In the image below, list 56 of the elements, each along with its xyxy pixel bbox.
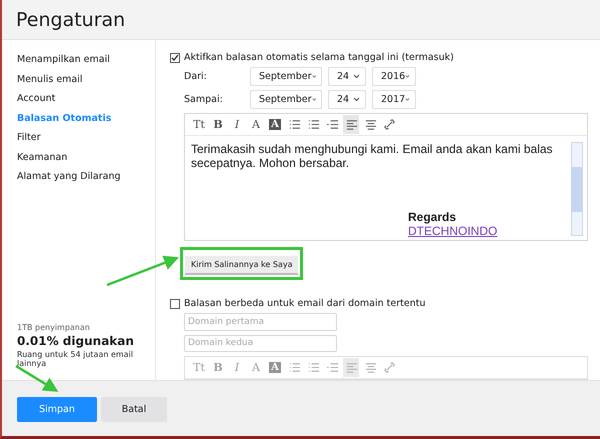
year-select[interactable]: 2016 (372, 67, 416, 86)
message-text: Terimakasih sudah menghubungi kami. Email anda akan kami balas secepatnya. Mohon bersabar. (191, 142, 554, 170)
storage-usage: 0.01% digunakan (17, 334, 135, 348)
caret-icon (353, 97, 360, 102)
year-select[interactable]: 2017 (372, 90, 416, 110)
link-icon (382, 118, 396, 132)
sidebar-item[interactable]: Account (17, 89, 155, 108)
caret-icon (312, 97, 316, 102)
caret-icon (353, 74, 360, 80)
storage-caption: 1TB penyimpanan (17, 323, 91, 332)
numbers-icon (306, 118, 320, 132)
month-select[interactable]: September (250, 67, 322, 86)
sidebar-item[interactable]: Alamat yang Dilarang (17, 167, 155, 186)
sidebar-item[interactable]: Filter (17, 128, 155, 148)
sidebar-item[interactable]: Keamanan (17, 148, 155, 167)
checkbox[interactable] (170, 298, 180, 309)
numbers-icon (306, 361, 320, 374)
window-title: Pengaturan (16, 8, 126, 30)
caret-icon (312, 74, 316, 80)
storage-note: Ruang untuk 54 jutaan email lainnya (17, 350, 134, 368)
italic-button[interactable]: I (229, 115, 245, 134)
caret-icon (405, 74, 410, 80)
checkbox-label: Aktifkan balasan otomatis selama tanggal ini (termasuk) (184, 52, 454, 63)
align-left-button[interactable] (343, 115, 359, 134)
domain-input-field[interactable]: Domain kedua (184, 334, 337, 352)
link-icon (382, 361, 396, 374)
day-select[interactable]: 24 (328, 67, 366, 86)
text-format-button[interactable]: A (248, 115, 264, 134)
align-left-icon (344, 361, 358, 374)
indent-icon (326, 118, 338, 132)
caret-icon (405, 97, 410, 102)
align-center-icon (364, 118, 376, 132)
bold-button[interactable]: B (210, 115, 226, 134)
checkbox[interactable] (170, 52, 180, 62)
date-label: Sampai: (184, 94, 224, 106)
cancel-button[interactable]: Batal (101, 397, 167, 422)
align-left-icon (344, 118, 358, 132)
sidebar-item[interactable]: Menampilkan email (17, 50, 155, 70)
day-select[interactable]: 24 (328, 90, 366, 110)
scrollbar[interactable] (571, 142, 583, 236)
sidebar-item[interactable]: Menulis email (17, 70, 155, 89)
text-format-button[interactable]: Tt (191, 115, 207, 134)
signature-text: Regards (408, 210, 458, 224)
month-select[interactable]: September (250, 90, 322, 110)
signature-link[interactable]: DTECHNOINDO (408, 224, 498, 238)
checkbox-label: Balasan berbeda untuk email dari domain tertentu (184, 298, 426, 310)
domain-input-field[interactable]: Domain pertama (184, 313, 337, 331)
highlight-button[interactable]: A (267, 115, 283, 134)
message-editor[interactable]: Tt B I A A Terimakasih sudah menghubungi kami. Email anda akan kami balas secepatnya. Mohon bersabar. Regards DTECHNOINDO (184, 113, 588, 242)
check-icon (171, 54, 179, 62)
bullets-icon (288, 118, 300, 132)
date-label: Dari: (184, 71, 208, 82)
indent-icon (326, 361, 338, 374)
align-center-icon (364, 361, 376, 374)
bullets-icon (288, 361, 300, 374)
send-copy-button[interactable]: Kirim Salinannya ke Saya (185, 256, 298, 276)
